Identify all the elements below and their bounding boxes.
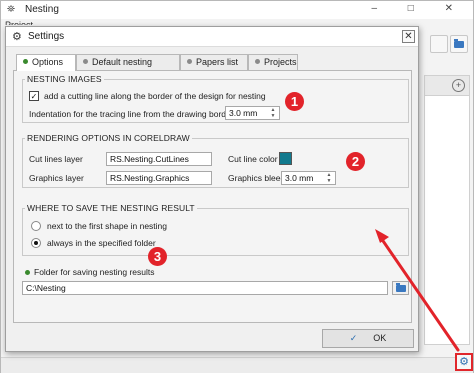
tab-options[interactable]: Options: [16, 54, 76, 71]
tab-label: Options: [32, 57, 64, 67]
tab-status-dot: [23, 59, 28, 64]
